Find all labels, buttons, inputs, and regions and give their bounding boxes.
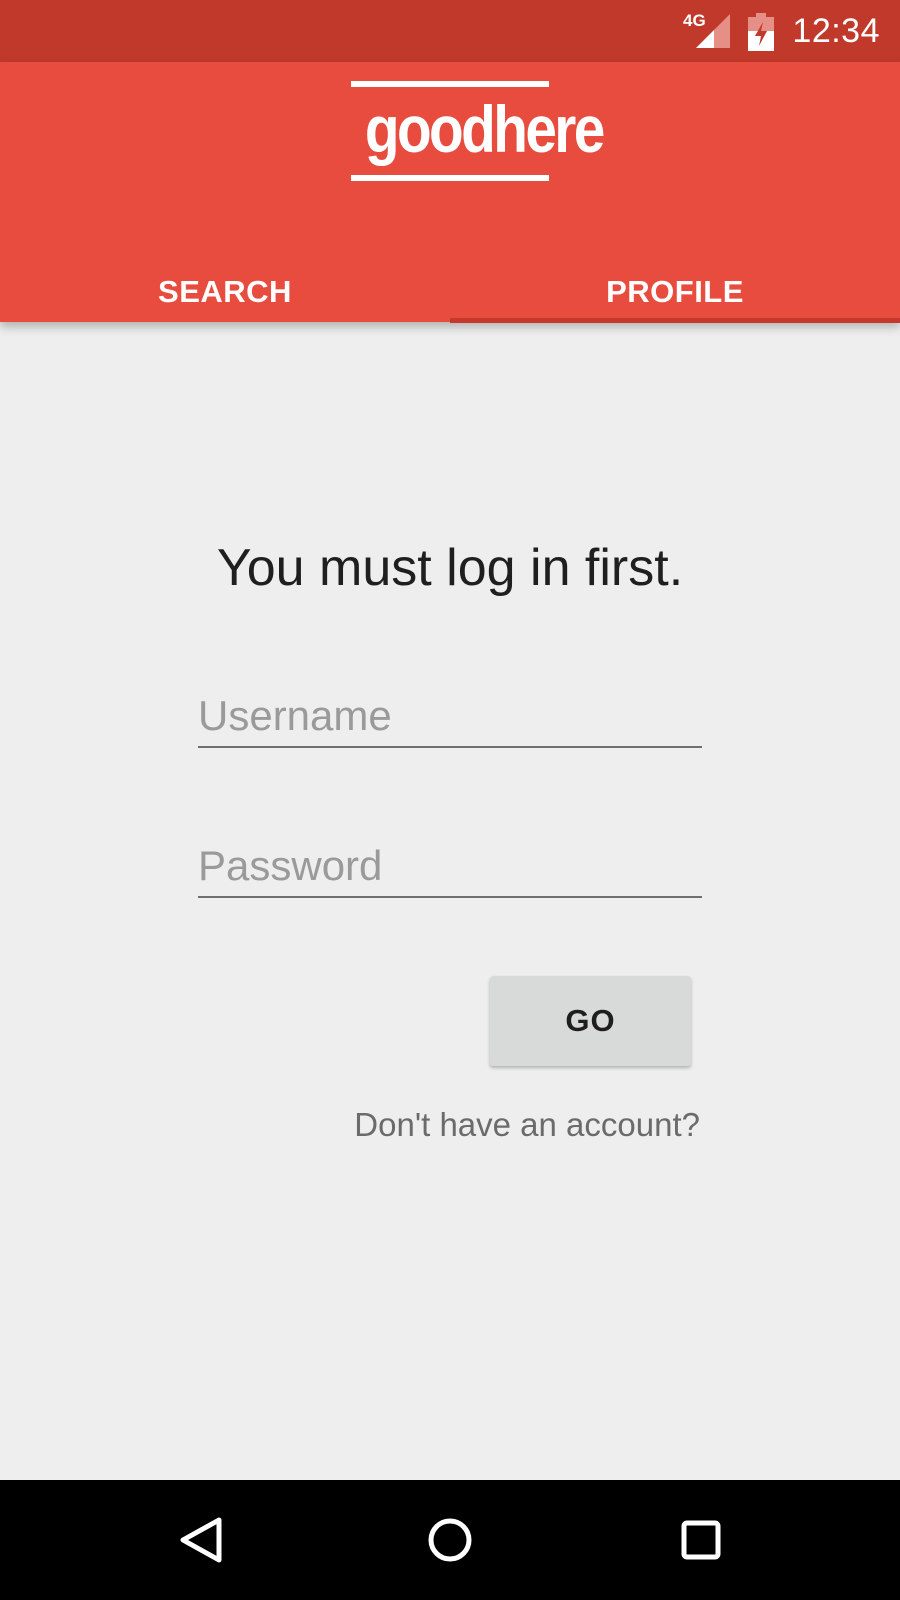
go-button[interactable]: GO <box>490 976 691 1066</box>
login-panel: You must log in first. GO Don't have an … <box>0 322 900 1480</box>
password-field[interactable] <box>198 836 702 898</box>
status-bar: 4G 12:34 <box>0 0 900 62</box>
battery-charging-icon <box>748 13 774 51</box>
username-field[interactable] <box>198 686 702 748</box>
signal-icon <box>696 14 730 48</box>
tab-search[interactable]: SEARCH <box>0 257 450 322</box>
clock: 12:34 <box>792 12 880 50</box>
back-icon[interactable] <box>171 1510 231 1570</box>
recents-icon[interactable] <box>671 1510 731 1570</box>
logo-wordmark: goodhere <box>364 92 606 166</box>
logo-bottom-rule <box>351 175 549 181</box>
tab-profile[interactable]: PROFILE <box>450 257 900 322</box>
goodhere-logo: goodhere <box>351 81 606 183</box>
home-icon[interactable] <box>420 1510 480 1570</box>
system-nav-bar <box>0 1480 900 1600</box>
signup-link[interactable]: Don't have an account? <box>354 1106 700 1144</box>
app-bar: goodhere SEARCH PROFILE <box>0 62 900 323</box>
tab-bar: SEARCH PROFILE <box>0 257 900 322</box>
login-prompt: You must log in first. <box>216 539 684 597</box>
